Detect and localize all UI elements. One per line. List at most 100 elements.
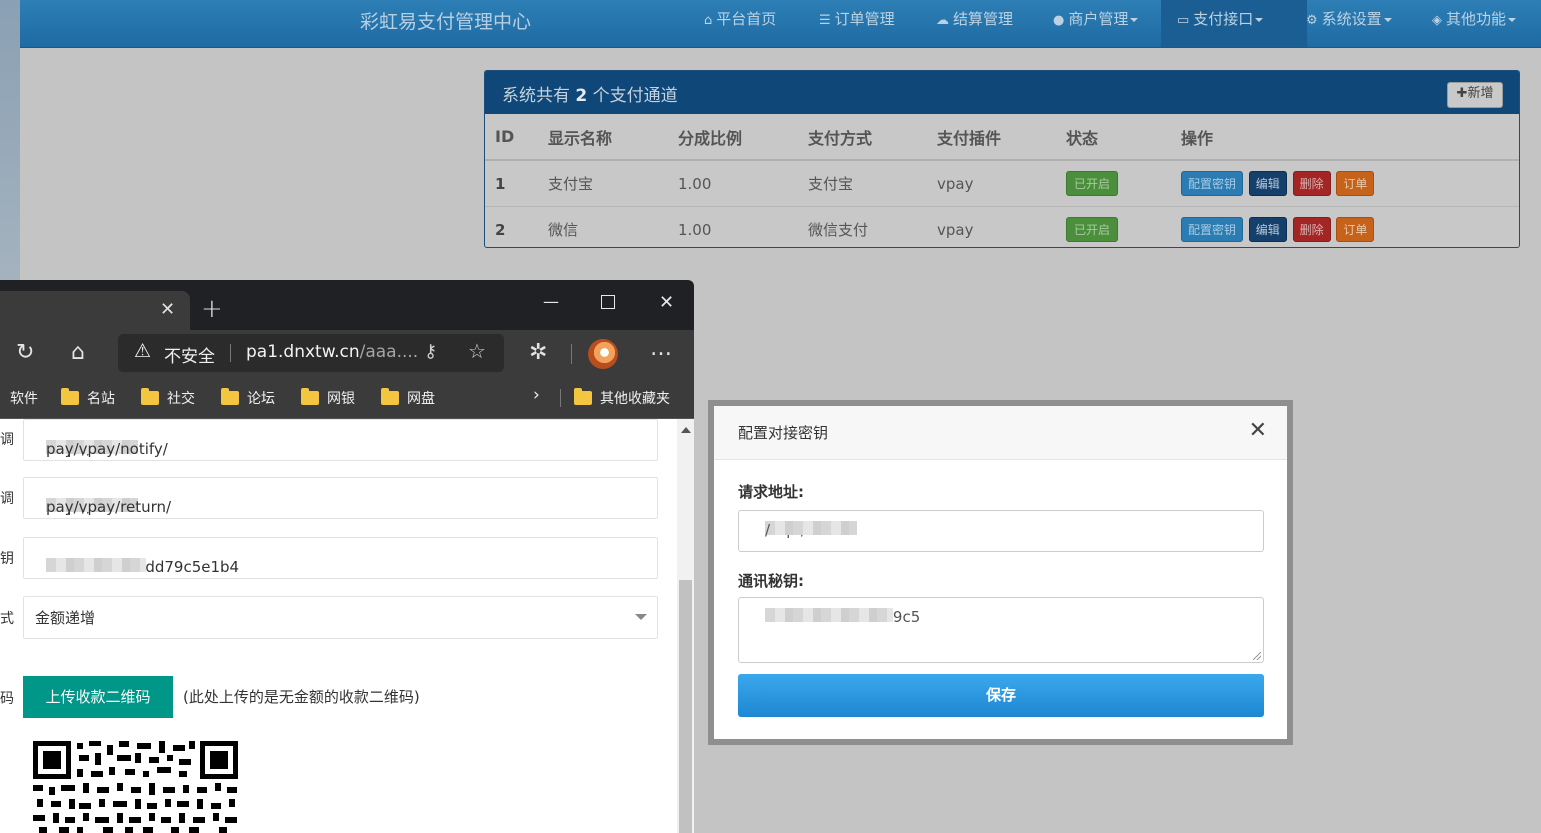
caret-down-icon (1130, 17, 1139, 22)
bookmark-social[interactable]: 社交 (141, 388, 195, 408)
cell-actions: 配置密钥 编辑 删除 订单 (1171, 206, 1519, 247)
field-label: 式 (0, 611, 14, 627)
mode-value: 金额递增 (35, 609, 96, 627)
chevron-right-icon[interactable]: › (533, 385, 540, 405)
status-badge: 已开启 (1066, 217, 1119, 242)
tab-close-icon[interactable]: ✕ (160, 299, 175, 320)
channel-count: 2 (575, 86, 588, 106)
minimize-icon[interactable]: — (543, 292, 559, 311)
return-url-field[interactable]: http://pay/vpay/return/ (23, 477, 658, 519)
delete-button[interactable]: 删除 (1292, 217, 1331, 242)
cell-name: 微信 (538, 206, 668, 247)
divider (560, 389, 561, 407)
extensions-icon[interactable]: ✲ (529, 340, 547, 365)
title-suffix: 个支付通道 (592, 86, 678, 106)
page-content: 调 http://pay/vpay/notify/ 调 http://pay/v… (0, 419, 677, 833)
nav-other[interactable]: ◈ 其他功能 (1432, 0, 1517, 47)
url-text: pa1.dnxtw.cn/aaa.... (246, 342, 418, 362)
edit-button[interactable]: 编辑 (1248, 217, 1287, 242)
browser-toolbar: ↻ ⌂ ⚠ 不安全 pa1.dnxtw.cn/aaa.... ⚷ ☆ ✲ … (0, 330, 694, 378)
col-ratio: 分成比例 (668, 114, 798, 161)
table-row: 2 微信 1.00 微信支付 vpay 已开启 配置密钥 编辑 删除 订单 (485, 206, 1519, 247)
bookmark-famous-sites[interactable]: 名站 (61, 388, 115, 408)
new-tab-icon[interactable]: + (201, 294, 223, 324)
bookmark-software[interactable]: 软件 (10, 388, 38, 408)
table-header-row: ID 显示名称 分成比例 支付方式 支付插件 状态 操作 (485, 114, 1519, 161)
qr-code-image (33, 741, 238, 833)
home-icon[interactable]: ⌂ (71, 340, 85, 365)
notify-url-field[interactable]: http://pay/vpay/notify/ (23, 419, 658, 461)
cube-icon: ◈ (1432, 13, 1442, 28)
add-label: 新增 (1467, 86, 1494, 101)
edit-button[interactable]: 编辑 (1248, 171, 1287, 196)
plus-icon: ✚ (1456, 86, 1468, 101)
nav-payment-interface[interactable]: ▭ 支付接口 (1161, 0, 1307, 47)
nav-home[interactable]: ⌂ 平台首页 (704, 0, 776, 47)
modal-title: 配置对接密钥 (738, 424, 829, 442)
maximize-icon[interactable] (601, 295, 615, 309)
cell-method: 微信支付 (798, 206, 927, 247)
bookmark-label: 网银 (327, 391, 355, 407)
bookmark-cloud-drive[interactable]: 网盘 (381, 388, 435, 408)
save-button[interactable]: 保存 (738, 674, 1264, 717)
add-channel-button[interactable]: ✚新增 (1447, 82, 1503, 108)
nav-system-settings[interactable]: ⚙ 系统设置 (1306, 0, 1392, 47)
more-icon[interactable]: … (650, 336, 672, 361)
nav-settlement[interactable]: ☁ 结算管理 (936, 0, 1013, 47)
address-bar[interactable]: ⚠ 不安全 pa1.dnxtw.cn/aaa.... ⚷ ☆ (118, 334, 504, 372)
folder-icon (381, 388, 399, 405)
field-label: 码 (0, 691, 14, 707)
refresh-icon[interactable]: ↻ (16, 340, 34, 365)
bookmark-forum[interactable]: 论坛 (221, 388, 275, 408)
title-prefix: 系统共有 (502, 86, 570, 106)
window-close-icon[interactable]: ✕ (659, 292, 674, 313)
nav-home-label: 平台首页 (716, 10, 777, 28)
secret-key-field[interactable]: f54a0a48ea3dd79c5e1b4 (23, 537, 658, 579)
bookmark-other-favorites[interactable]: 其他收藏夹 (574, 388, 670, 408)
mode-select[interactable]: 金额递增 (23, 596, 658, 639)
secret-key-textarea[interactable]: f54a0a48ea3dd79c5 (738, 597, 1264, 663)
folder-icon (141, 388, 159, 405)
avatar[interactable] (588, 339, 618, 369)
orders-button[interactable]: 订单 (1336, 171, 1375, 196)
cell-status: 已开启 (1056, 206, 1171, 247)
nav-orders-label: 订单管理 (834, 10, 895, 28)
panel-header: 系统共有 2 个支付通道 ✚新增 (485, 71, 1519, 114)
close-icon[interactable]: ✕ (1249, 418, 1267, 443)
redacted-text (46, 558, 146, 572)
config-key-button[interactable]: 配置密钥 (1181, 217, 1244, 242)
nav-settlement-label: 结算管理 (953, 10, 1014, 28)
bookmark-label: 论坛 (247, 391, 275, 407)
add-favorite-icon[interactable]: ☆ (468, 339, 486, 363)
cell-method: 支付宝 (798, 159, 927, 207)
key-icon[interactable]: ⚷ (424, 341, 437, 362)
list-icon: ☰ (819, 13, 831, 28)
col-name: 显示名称 (538, 114, 668, 161)
bookmark-label: 名站 (87, 391, 115, 407)
request-url-input[interactable]: http:// (738, 510, 1264, 552)
credit-card-icon: ▭ (1177, 13, 1190, 28)
url-suffix: / (765, 521, 771, 539)
redacted-text (765, 608, 893, 622)
resize-handle[interactable] (1253, 652, 1261, 660)
tab-strip: ✕ + — ✕ (0, 280, 694, 330)
scrollbar-thumb[interactable] (679, 580, 692, 833)
caret-down-icon (1255, 17, 1264, 22)
security-status: 不安全 (164, 347, 215, 367)
user-icon: ● (1053, 13, 1065, 28)
col-method: 支付方式 (798, 114, 927, 161)
modal-header: 配置对接密钥 ✕ (714, 406, 1287, 460)
bookmarks-bar: 软件 名站 社交 论坛 网银 网盘 › 其他收藏夹 (0, 378, 694, 419)
bookmark-bank[interactable]: 网银 (301, 388, 355, 408)
delete-button[interactable]: 删除 (1292, 171, 1331, 196)
url-host: pa1.dnxtw.cn (246, 342, 360, 362)
upload-qr-button[interactable]: 上传收款二维码 (23, 676, 173, 718)
nav-merchants[interactable]: ● 商户管理 (1053, 0, 1139, 47)
scroll-up-icon[interactable] (681, 427, 691, 433)
col-status: 状态 (1056, 114, 1171, 161)
config-key-button[interactable]: 配置密钥 (1181, 171, 1244, 196)
nav-orders[interactable]: ☰ 订单管理 (819, 0, 895, 47)
url-suffix: pay/vpay/notify/ (46, 440, 168, 458)
caret-down-icon (1383, 17, 1392, 22)
orders-button[interactable]: 订单 (1336, 217, 1375, 242)
